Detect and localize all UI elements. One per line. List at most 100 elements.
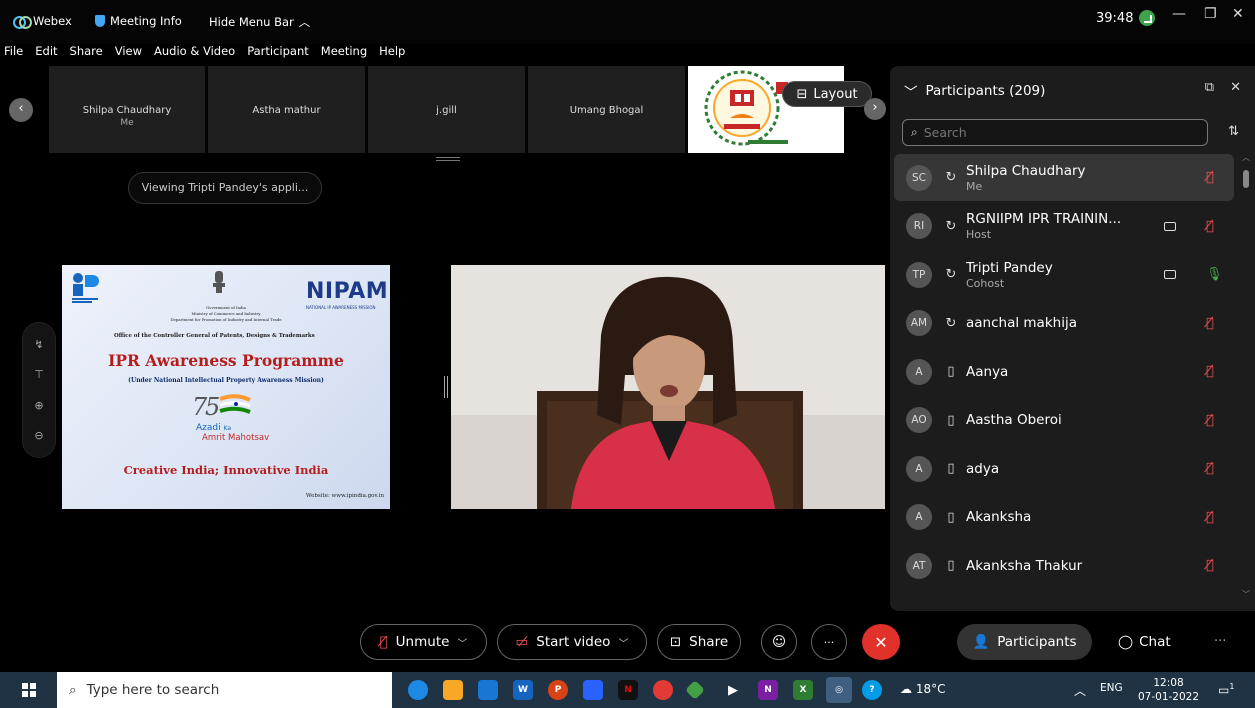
chat-button[interactable]: ◯ Chat bbox=[1118, 634, 1171, 650]
chevron-down-icon[interactable]: ﹀ bbox=[904, 81, 918, 101]
more-options-button[interactable]: ··· bbox=[811, 624, 847, 660]
nipam-logo: NIPAM bbox=[306, 279, 389, 304]
chrome-icon[interactable] bbox=[653, 680, 673, 700]
menu-audio-video[interactable]: Audio & Video bbox=[154, 44, 235, 62]
edge-icon[interactable] bbox=[408, 680, 428, 700]
zoom-out-icon[interactable]: ⊖ bbox=[34, 429, 43, 442]
close-panel-icon[interactable]: ✕ bbox=[1230, 80, 1241, 95]
mic-muted-icon[interactable]: 🎙̸ bbox=[1206, 413, 1214, 428]
mic-muted-icon[interactable]: 🎙̸ bbox=[1206, 316, 1214, 331]
participant-row[interactable]: AT ▯ Akanksha Thakur 🎙̸ bbox=[894, 542, 1234, 589]
participant-search-box[interactable]: ⌕ bbox=[902, 119, 1208, 146]
help-icon[interactable]: ? bbox=[862, 680, 882, 700]
scroll-up-icon[interactable]: ︿ bbox=[1241, 152, 1251, 163]
participant-info: Aanya bbox=[966, 364, 1126, 380]
participant-role: Cohost bbox=[966, 276, 1005, 290]
zoom-icon[interactable] bbox=[583, 680, 603, 700]
menu-view[interactable]: View bbox=[115, 44, 142, 62]
participant-row[interactable]: A ▯ Akanksha 🎙̸ bbox=[894, 494, 1234, 541]
powerpoint-icon[interactable]: P bbox=[548, 680, 568, 700]
active-speaker-video[interactable] bbox=[451, 265, 885, 509]
share-label: Share bbox=[689, 634, 729, 650]
pin-icon[interactable]: ⊤ bbox=[34, 368, 44, 381]
close-icon[interactable]: ✕ bbox=[1232, 6, 1244, 22]
participant-row[interactable]: TP ↻ Tripti Pandey Cohost 🎙 bbox=[894, 251, 1234, 298]
pop-out-icon[interactable]: ⧉ bbox=[1205, 80, 1214, 95]
scrollbar-thumb[interactable] bbox=[1243, 170, 1249, 188]
zoom-in-icon[interactable]: ⊕ bbox=[34, 399, 43, 412]
filmstrip-next-button[interactable]: › bbox=[864, 98, 886, 120]
netflix-icon[interactable]: N bbox=[618, 680, 638, 700]
video-tile-shilpa[interactable]: Shilpa Chaudhary Me bbox=[49, 66, 205, 153]
participant-list-scrollbar[interactable]: ︿ ﹀ bbox=[1241, 152, 1251, 600]
connection-status-icon[interactable] bbox=[1139, 10, 1156, 26]
menu-help[interactable]: Help bbox=[379, 44, 405, 62]
minimize-icon[interactable]: — bbox=[1172, 6, 1186, 22]
filmstrip-resize-handle[interactable] bbox=[436, 157, 460, 161]
video-tile-institute-logo[interactable] bbox=[688, 66, 844, 153]
sort-icon[interactable]: ⇅ bbox=[1228, 124, 1239, 139]
scroll-down-icon[interactable]: ﹀ bbox=[1241, 589, 1251, 600]
camera-icon bbox=[1164, 221, 1176, 231]
sync-icon: ↻ bbox=[945, 267, 957, 282]
panel-more-icon[interactable]: ··· bbox=[1214, 634, 1226, 649]
mail-icon[interactable] bbox=[478, 680, 498, 700]
reactions-button[interactable]: ☺ bbox=[761, 624, 797, 660]
taskbar-search-box[interactable]: ⌕ Type here to search bbox=[57, 672, 392, 708]
vpn-icon[interactable] bbox=[685, 680, 705, 700]
search-icon: ⌕ bbox=[69, 682, 77, 698]
menu-edit[interactable]: Edit bbox=[35, 44, 57, 62]
mic-muted-icon[interactable]: 🎙̸ bbox=[1206, 558, 1214, 573]
menu-file[interactable]: File bbox=[4, 44, 23, 62]
participants-header[interactable]: ﹀ Participants (209) bbox=[904, 81, 1045, 101]
hide-menu-bar-button[interactable]: Hide Menu Bar ︿ bbox=[209, 14, 310, 30]
unmute-button[interactable]: 🎙̸ Unmute ﹀ bbox=[360, 624, 487, 660]
split-resize-handle[interactable] bbox=[444, 376, 448, 398]
participant-row[interactable]: AO ▯ Aastha Oberoi 🎙̸ bbox=[894, 397, 1234, 444]
leave-meeting-button[interactable]: ✕ bbox=[862, 624, 900, 660]
chevron-down-icon[interactable]: ﹀ bbox=[618, 635, 628, 650]
layout-button[interactable]: ⊟ Layout bbox=[782, 81, 872, 107]
video-tile-astha[interactable]: Astha mathur bbox=[208, 66, 365, 153]
mic-muted-icon[interactable]: 🎙̸ bbox=[1206, 219, 1214, 234]
mic-muted-icon[interactable]: 🎙̸ bbox=[1206, 510, 1214, 525]
video-tile-jgill[interactable]: j.gill bbox=[368, 66, 525, 153]
notifications-icon[interactable]: ▭1 bbox=[1218, 682, 1234, 697]
participant-row[interactable]: AM ↻ aanchal makhija 🎙̸ bbox=[894, 300, 1234, 347]
meeting-info-button[interactable]: Meeting Info bbox=[95, 14, 182, 28]
start-video-button[interactable]: ▭̸ Start video ﹀ bbox=[497, 624, 647, 660]
mic-muted-icon[interactable]: 🎙̸ bbox=[1206, 461, 1214, 476]
slide-tagline: Creative India; Innovative India bbox=[123, 463, 329, 477]
menu-participant[interactable]: Participant bbox=[247, 44, 309, 62]
excel-icon[interactable]: X bbox=[793, 680, 813, 700]
webex-taskbar-icon[interactable]: ◎ bbox=[826, 677, 852, 703]
mic-muted-icon[interactable]: 🎙̸ bbox=[1206, 364, 1214, 379]
onenote-icon[interactable]: N bbox=[758, 680, 778, 700]
word-icon[interactable]: W bbox=[513, 680, 533, 700]
menu-meeting[interactable]: Meeting bbox=[321, 44, 367, 62]
chevron-down-icon[interactable]: ﹀ bbox=[457, 635, 467, 650]
participants-button[interactable]: 👤 Participants bbox=[957, 624, 1092, 660]
video-tile-umang[interactable]: Umang Bhogal bbox=[528, 66, 685, 153]
restore-icon[interactable]: ❐ bbox=[1204, 6, 1217, 22]
participant-row[interactable]: RI ↻ RGNIIPM IPR TRAININ... Host 🎙̸ bbox=[894, 203, 1234, 250]
participant-row[interactable]: SC ↻ Shilpa Chaudhary Me 🎙̸ bbox=[894, 154, 1234, 201]
mic-on-icon[interactable]: 🎙 bbox=[1206, 267, 1223, 282]
windows-start-icon[interactable] bbox=[22, 683, 36, 697]
share-button[interactable]: ⊡ Share bbox=[657, 624, 741, 660]
weather-widget[interactable]: ☁ 18°C bbox=[900, 682, 945, 696]
tray-overflow-icon[interactable]: ︿ bbox=[1074, 682, 1086, 699]
participant-row[interactable]: A ▯ adya 🎙̸ bbox=[894, 445, 1234, 492]
menu-share[interactable]: Share bbox=[70, 44, 103, 62]
viewing-share-indicator[interactable]: Viewing Tripti Pandey's appli... bbox=[128, 172, 322, 204]
mic-muted-icon[interactable]: 🎙̸ bbox=[1206, 170, 1214, 185]
participant-row[interactable]: A ▯ Aanya 🎙̸ bbox=[894, 348, 1234, 395]
file-explorer-icon[interactable] bbox=[443, 680, 463, 700]
annotate-icon[interactable]: ↯ bbox=[34, 338, 43, 351]
filmstrip-prev-button[interactable]: ‹ bbox=[9, 98, 33, 122]
participant-search-input[interactable] bbox=[923, 125, 1184, 140]
media-player-icon[interactable]: ▶ bbox=[723, 680, 743, 700]
camera-icon bbox=[1164, 270, 1176, 279]
language-indicator[interactable]: ENG bbox=[1100, 682, 1123, 694]
taskbar-clock[interactable]: 12:08 07-01-2022 bbox=[1138, 676, 1199, 704]
